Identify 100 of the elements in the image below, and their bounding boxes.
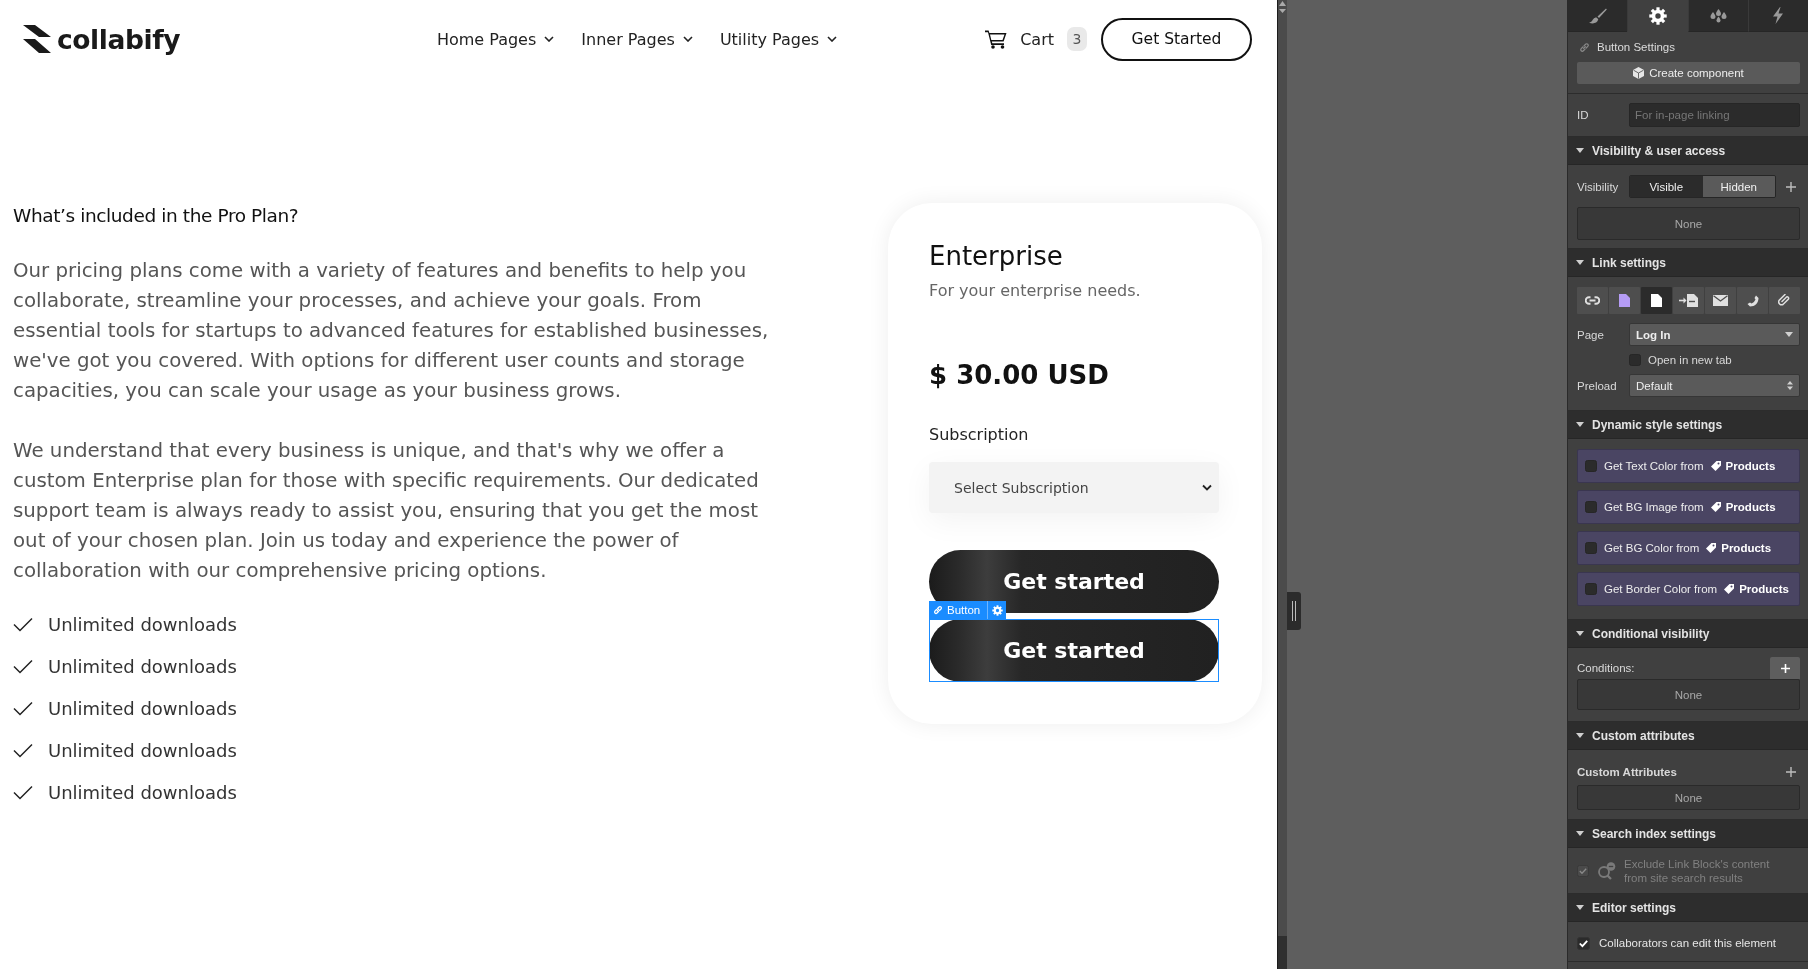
tag-icon [1710,461,1721,471]
checkbox[interactable] [1629,354,1641,366]
tag-icon [1706,543,1717,553]
field-label: Subscription [929,424,1030,446]
checkbox[interactable] [1585,460,1597,472]
link-type-button[interactable] [1577,287,1608,314]
caret-icon [1576,831,1584,836]
tag-icon [1710,502,1721,512]
link-type-button[interactable] [1673,287,1704,314]
arrow-into-page-icon [1679,294,1698,307]
section-header[interactable]: Editor settings [1568,894,1808,922]
checkbox[interactable] [1585,501,1597,513]
dynamic-binding[interactable]: Get Text Color from Products [1577,449,1800,483]
caret-icon [1576,733,1584,738]
empty-list: None [1577,207,1800,240]
subscription-select[interactable]: Select Subscription [929,462,1219,513]
scrollbar[interactable] [1277,0,1287,969]
link-icon [933,605,943,615]
field-label: Preload [1577,379,1618,392]
dynamic-binding[interactable]: Get BG Image from Products [1577,490,1800,524]
plan-title: Enterprise [929,240,1064,272]
envelope-icon [1713,295,1728,306]
phone-icon [1746,294,1759,307]
section-header[interactable]: Link settings [1568,249,1808,277]
check-icon [13,742,33,758]
binding-label: Get BG Image from [1604,501,1704,513]
visibility-option[interactable]: Hidden [1702,176,1775,197]
nav-link[interactable]: Home Pages [436,29,555,49]
add-condition-button[interactable] [1770,657,1800,679]
logo-text[interactable]: collabify [57,23,181,55]
binding-source: Products [1721,542,1772,554]
link-type-button[interactable] [1705,287,1736,314]
resize-handle[interactable] [1287,592,1301,630]
create-component-button[interactable]: Create component [1577,62,1800,84]
page-icon [1651,294,1662,307]
section-header[interactable]: Search index settings [1568,820,1808,848]
caret-icon [1576,260,1584,265]
logo-icon [22,24,52,54]
plan-price: $ 30.00 USD [929,359,1110,392]
preload-select[interactable]: Default [1629,374,1800,397]
gear-icon[interactable] [992,604,1004,616]
checkbox[interactable] [1585,583,1597,595]
page-select[interactable]: Log In [1629,323,1800,346]
search-minus-icon [1597,862,1616,880]
cube-icon [1633,67,1645,79]
feature-item: Unlimited downloads [48,739,237,761]
empty-list: None [1577,785,1800,810]
body-paragraph: We understand that every business is unique, and that's why we offer a custom Enterprise plan for those with specific requirements. Our dedicated support team is always ready to assist you, ensuring that you get the most out of your chosen plan. Join us today and experience the power of collaboration with our comprehensive pricing options. [13,438,760,584]
binding-source: Products [1725,460,1776,472]
cart-link[interactable]: Cart [985,29,1054,49]
checkbox-label: Collaborators can edit this element [1599,937,1777,949]
caret-icon [1576,631,1584,636]
link-type-button[interactable] [1737,287,1768,314]
visibility-option[interactable]: Visible [1630,176,1703,197]
scrollbar-thumb[interactable] [1278,936,1287,969]
field-label: Visibility [1577,180,1620,193]
brush-icon [1588,7,1607,24]
section-heading: What’s included in the Pro Plan? [13,205,300,227]
link-icon [1585,296,1600,305]
get-started-button[interactable]: Get started [929,619,1219,682]
link-type-button[interactable] [1641,287,1672,314]
feature-item: Unlimited downloads [48,613,237,635]
field-label: Conditions: [1577,662,1635,674]
caret-icon [1576,422,1584,427]
lightning-icon [1772,7,1785,24]
plus-icon [1780,663,1790,673]
field-label: Page [1577,328,1605,341]
empty-list: None [1577,679,1800,710]
panel-section-title: Button Settings [1597,41,1675,53]
dynamic-binding[interactable]: Get Border Color from Products [1577,572,1800,606]
field-label: ID [1577,109,1590,121]
drops-icon [1708,8,1728,23]
caret-icon [1576,905,1584,910]
check-icon [13,700,33,716]
nav-link[interactable]: Inner Pages [581,29,693,49]
section-header[interactable]: Visibility & user access [1568,137,1808,165]
binding-source: Products [1739,583,1789,595]
panel-tab[interactable] [1687,0,1748,32]
up-down-arrows-icon [1787,381,1793,390]
get-started-button[interactable]: Get Started [1101,17,1252,61]
checkbox-label: Open in new tab [1648,354,1732,366]
section-header[interactable]: Conditional visibility [1568,620,1808,648]
cart-count-badge: 3 [1067,27,1087,51]
field-label: Custom Attributes [1577,766,1677,778]
section-header[interactable]: Custom attributes [1568,722,1808,750]
checkbox[interactable] [1577,936,1590,950]
nav-link[interactable]: Utility Pages [719,29,838,49]
caret-up-icon[interactable] [1279,1,1286,6]
plus-icon[interactable] [1786,767,1796,777]
checkbox[interactable] [1585,542,1597,554]
section-header[interactable]: Dynamic style settings [1568,411,1808,439]
check-icon [13,616,33,632]
caret-down-icon[interactable] [1279,9,1286,13]
id-input[interactable]: For in-page linking [1629,103,1800,127]
chevron-down-icon [544,36,555,42]
tag-icon [1724,584,1735,594]
plus-icon[interactable] [1786,181,1796,192]
dynamic-binding[interactable]: Get BG Color from Products [1577,531,1800,565]
feature-item: Unlimited downloads [48,697,237,719]
paperclip-icon [1778,294,1791,307]
